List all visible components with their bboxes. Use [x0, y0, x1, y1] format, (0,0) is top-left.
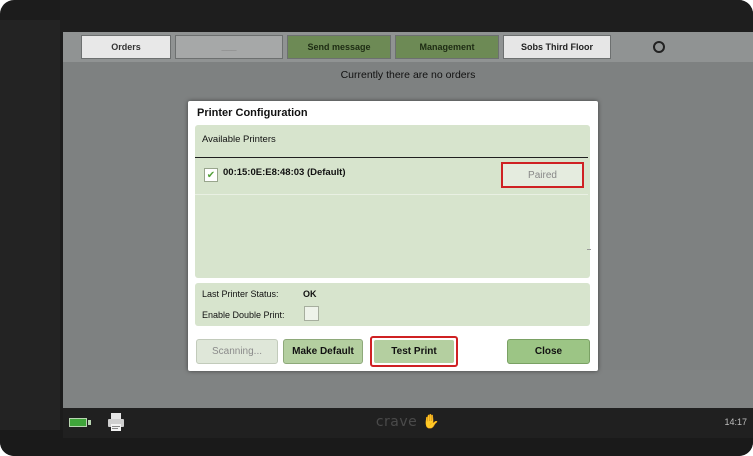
tab-blank[interactable]: ___	[175, 35, 283, 59]
orders-status-text: Currently there are no orders	[340, 69, 476, 81]
make-default-button[interactable]: Make Default	[283, 339, 363, 364]
close-button[interactable]: Close	[507, 339, 590, 364]
tab-management[interactable]: Management	[395, 35, 499, 59]
status-panel: Last Printer Status: OK Enable Double Pr…	[195, 283, 590, 326]
brand-text: crave	[375, 414, 418, 430]
last-printer-status-value: OK	[303, 289, 317, 299]
double-print-label: Enable Double Print:	[202, 310, 285, 320]
printers-panel: Available Printers ✔ 00:15:0E:E8:48:03 (…	[195, 125, 591, 278]
clock: 14:17	[724, 417, 747, 427]
dialog-title: Printer Configuration	[197, 107, 308, 119]
brand-logo: crave ✋	[63, 414, 753, 430]
bezel-left	[0, 20, 60, 430]
scroll-indicator	[587, 249, 591, 250]
tab-bar: Orders ___ Send message Management Sobs …	[63, 32, 753, 62]
available-printers-label: Available Printers	[202, 134, 276, 145]
test-print-button[interactable]: Test Print	[370, 336, 458, 367]
hand-logo-icon: ✋	[422, 414, 441, 430]
printer-row-divider	[195, 194, 588, 195]
double-print-checkbox[interactable]	[304, 306, 319, 321]
tab-orders[interactable]: Orders	[81, 35, 171, 59]
tab-send-message[interactable]: Send message	[287, 35, 391, 59]
printer-name[interactable]: 00:15:0E:E8:48:03 (Default)	[223, 167, 346, 178]
printer-checkbox[interactable]: ✔	[204, 168, 218, 182]
status-circle-icon[interactable]	[653, 41, 665, 53]
printer-config-dialog: Printer Configuration Available Printers…	[188, 101, 598, 371]
paired-button[interactable]: Paired	[501, 162, 584, 188]
taskbar: crave ✋ 14:17	[63, 408, 753, 438]
test-print-label: Test Print	[374, 340, 454, 363]
scanning-button[interactable]: Scanning...	[196, 339, 278, 364]
tab-location[interactable]: Sobs Third Floor	[503, 35, 611, 59]
last-printer-status-label: Last Printer Status:	[202, 289, 279, 299]
printers-divider	[195, 157, 588, 158]
paired-label: Paired	[528, 169, 557, 181]
bezel-top	[60, 0, 753, 32]
